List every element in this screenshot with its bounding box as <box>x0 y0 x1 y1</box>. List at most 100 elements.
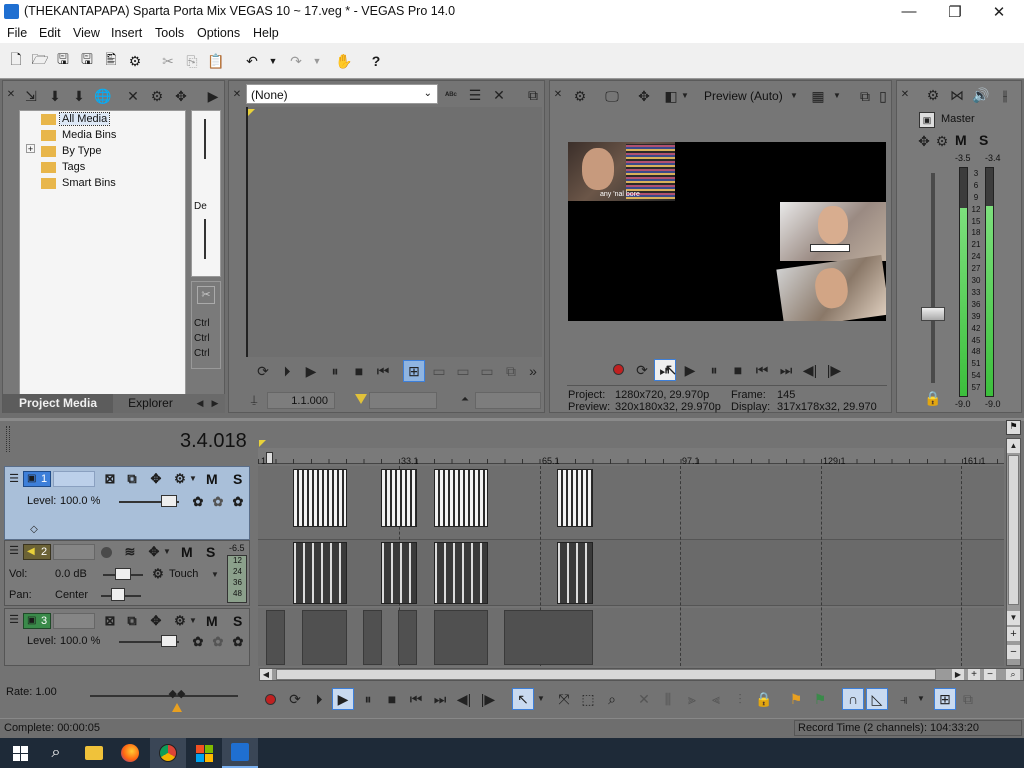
track-minimize-icon[interactable]: ☰ <box>7 472 21 486</box>
selection-start-icon[interactable] <box>355 394 367 404</box>
stop-icon[interactable]: ■ <box>382 689 402 709</box>
tree-item-smart-bins[interactable]: Smart Bins <box>62 177 116 189</box>
search-icon[interactable]: ⌕ <box>38 738 74 768</box>
video-event[interactable] <box>398 610 417 665</box>
maximize-button[interactable]: ❐ <box>932 0 978 23</box>
play-icon[interactable]: ▶ <box>680 360 700 380</box>
tree-item-by-type[interactable]: By Type <box>62 145 102 157</box>
track-bypass-icon[interactable]: ✥ <box>147 470 165 488</box>
snapping-magnet-icon[interactable]: ∩ <box>842 688 864 710</box>
go-end-icon[interactable]: ⏭ <box>430 689 450 709</box>
master-mute-button[interactable]: M <box>955 132 967 148</box>
mixer-faders-icon[interactable]: ⫲ <box>995 85 1015 105</box>
play-from-start-icon[interactable]: ⏵ <box>309 689 329 709</box>
pause-icon[interactable]: ⏸ <box>704 360 724 380</box>
open-folder-icon[interactable]: 🗁 <box>30 51 50 71</box>
media-fx-icon[interactable]: ⚙ <box>147 86 167 106</box>
track-pan-slider-knob[interactable] <box>111 588 125 601</box>
scroll-thumb[interactable] <box>1008 455 1019 605</box>
track-header-video-3[interactable]: ☰ ▣ 3 ⊠ ⧉ ✥ ⚙ ▼ M S Level: 100.0 % ✿ ✿ ✿ <box>4 608 250 666</box>
tab-scroll-left-icon[interactable]: ◀ <box>193 396 207 411</box>
trimmer-mode-icon[interactable]: ⊞ <box>403 360 425 382</box>
record-icon[interactable] <box>265 694 276 705</box>
video-event[interactable] <box>293 469 347 527</box>
remove-media-icon[interactable]: ✕ <box>123 86 143 106</box>
play-from-start-icon[interactable]: ⏵ <box>277 361 297 381</box>
track-minimize-icon[interactable]: ☰ <box>7 613 21 627</box>
redo-icon[interactable]: ↷ <box>286 51 306 71</box>
close-button[interactable]: ✕ <box>976 0 1022 23</box>
normal-edit-tool-icon[interactable]: ↖ <box>512 688 534 710</box>
video-fx-icon[interactable]: ◧ <box>661 86 681 106</box>
panel-close-icon[interactable]: ✕ <box>552 87 564 103</box>
zoom-in-horizontal-icon[interactable]: + <box>968 669 980 680</box>
tab-project-media[interactable]: Project Media <box>3 394 113 413</box>
scroll-thumb[interactable] <box>204 119 206 159</box>
media-tools-icon[interactable]: ✥ <box>171 86 191 106</box>
play-icon[interactable]: ▶ <box>301 361 321 381</box>
enable-snapping-hand-icon[interactable]: ✋ <box>334 51 354 71</box>
auto-crossfade-icon[interactable]: ◺ <box>866 688 888 710</box>
track-header-audio-2[interactable]: ☰ ◀ 2 ≋ ✥ ▼ M S -6.5 Vol: 0.0 dB ⚙ Touch… <box>4 540 250 606</box>
get-photo-icon[interactable]: ⬇ <box>69 86 89 106</box>
menu-options[interactable]: Options <box>197 26 240 40</box>
video-event[interactable] <box>363 610 382 665</box>
menu-insert[interactable]: Insert <box>111 26 142 40</box>
timeline-vertical-scrollbar[interactable]: ▲ ▼ + − <box>1006 438 1021 666</box>
arm-record-icon[interactable] <box>101 547 112 558</box>
track-fx-gear-icon[interactable]: ⚙ <box>171 612 189 630</box>
zoom-out-horizontal-icon[interactable]: − <box>984 669 996 680</box>
track-mute-button[interactable]: M <box>181 544 193 560</box>
tab-scroll-right-icon[interactable]: ▶ <box>208 396 222 411</box>
save-as-icon[interactable]: 🖫 <box>77 51 97 71</box>
more-controls-icon[interactable]: » <box>523 361 543 381</box>
automation-mode-dropdown-icon[interactable]: ▼ <box>211 569 219 581</box>
menu-file[interactable]: File <box>7 26 27 40</box>
prev-frame-icon[interactable]: ◀| <box>800 360 820 380</box>
copy-snapshot-icon[interactable]: ⧉ <box>855 86 875 106</box>
menu-view[interactable]: View <box>73 26 100 40</box>
track-fx-dropdown-icon[interactable]: ▼ <box>189 472 197 486</box>
track-motion-icon[interactable]: ⊠ <box>101 470 119 488</box>
master-fader-knob[interactable] <box>921 307 945 321</box>
loop-icon[interactable]: ⟳ <box>285 689 305 709</box>
insert-region-icon[interactable]: ⚑ <box>810 689 830 709</box>
next-frame-icon[interactable]: |▶ <box>478 689 498 709</box>
mixer-speaker-icon[interactable]: 🔊 <box>971 85 991 105</box>
trim-end-icon[interactable]: ⫷ <box>706 689 726 709</box>
copy-icon[interactable]: ⎘ <box>182 51 202 71</box>
scroll-left-icon[interactable]: ◀ <box>260 669 272 680</box>
play-icon[interactable]: ▶ <box>332 688 354 710</box>
expand-keyframes-icon[interactable]: ◇ <box>27 523 41 537</box>
file-explorer-icon[interactable] <box>76 738 112 768</box>
track-fx-dropdown-icon[interactable]: ▼ <box>163 545 171 559</box>
get-media-web-icon[interactable]: 🌐 <box>93 86 113 106</box>
track-composite-icon[interactable]: ⧉ <box>123 470 141 488</box>
track-compositing-icon[interactable]: ✿ <box>189 493 207 511</box>
whats-this-help-icon[interactable]: ? <box>366 51 386 71</box>
render-icon[interactable]: 🖺 <box>101 51 121 71</box>
envelope-tool-icon[interactable]: ⤧ <box>554 689 574 709</box>
add-before-cursor-icon[interactable]: ▭ <box>477 361 497 381</box>
delete-icon[interactable]: ✕ <box>634 689 654 709</box>
track-invert-phase-icon[interactable]: ≋ <box>121 543 139 561</box>
overlays-grid-icon[interactable]: ▦ <box>808 86 828 106</box>
fill-selection-icon[interactable]: ⧉ <box>501 361 521 381</box>
track-bypass-icon[interactable]: ✥ <box>147 612 165 630</box>
tree-item-tags[interactable]: Tags <box>62 161 85 173</box>
expand-icon[interactable]: + <box>26 144 35 154</box>
track-mute-button[interactable]: M <box>206 471 218 487</box>
tab-explorer[interactable]: Explorer <box>113 394 188 413</box>
pause-icon[interactable]: ⏸ <box>325 361 345 381</box>
add-after-cursor-icon[interactable]: ▭ <box>453 361 473 381</box>
external-monitor-icon[interactable]: 🖵 <box>602 86 622 106</box>
lock-icon[interactable]: 🔒 <box>924 390 941 406</box>
save-icon[interactable]: 🖫 <box>53 51 73 71</box>
out-point-icon[interactable]: ⏶ <box>457 392 473 408</box>
import-media-icon[interactable]: ⇲ <box>21 86 41 106</box>
scroll-down-icon[interactable]: ▼ <box>1007 611 1020 625</box>
loop-icon[interactable]: ⟳ <box>632 360 652 380</box>
cut-icon[interactable]: ✂ <box>158 51 178 71</box>
track-compositing-child-icon[interactable]: ✿ <box>209 633 227 651</box>
preview-quality-dropdown-icon[interactable]: ▼ <box>788 86 800 106</box>
